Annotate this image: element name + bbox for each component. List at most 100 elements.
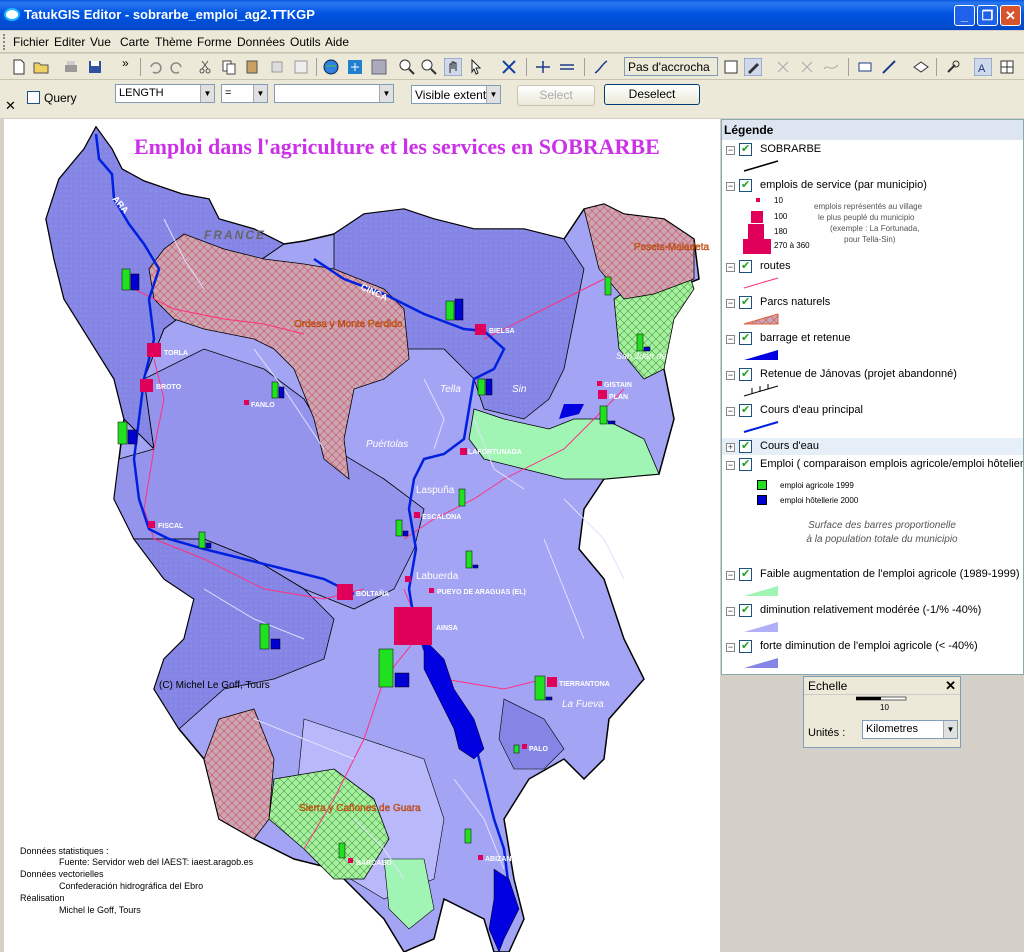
- hotel-bar-fanlo[interactable]: [278, 386, 285, 399]
- wrench-icon[interactable]: [944, 58, 962, 76]
- agri-bar-sanjuan[interactable]: [636, 333, 644, 352]
- collapse-icon[interactable]: −: [726, 182, 735, 191]
- copy-icon[interactable]: [220, 58, 238, 76]
- map-frame-icon[interactable]: [370, 58, 388, 76]
- collapse-icon[interactable]: −: [726, 146, 735, 155]
- minimize-button[interactable]: _: [954, 5, 975, 26]
- layer-icon[interactable]: [912, 58, 930, 76]
- service-square-plan[interactable]: [598, 390, 607, 399]
- agri-bar-bielsa[interactable]: [445, 300, 455, 321]
- service-square-escalona[interactable]: [414, 512, 420, 518]
- field-select[interactable]: LENGTH ▼: [115, 84, 215, 103]
- service-square-torla[interactable]: [147, 343, 161, 357]
- service-square-ainsa[interactable]: [394, 607, 432, 645]
- merge-icon[interactable]: [798, 58, 816, 76]
- agri-bar-boltana[interactable]: [259, 623, 270, 650]
- menu-editer[interactable]: Editer: [54, 35, 85, 49]
- agri-bar-pueyo[interactable]: [465, 550, 473, 569]
- hotel-bar-tierrantona[interactable]: [545, 696, 553, 701]
- redo-icon[interactable]: [168, 58, 186, 76]
- service-square-broto[interactable]: [140, 379, 153, 392]
- collapse-icon[interactable]: −: [726, 263, 735, 272]
- collapse-icon[interactable]: −: [726, 299, 735, 308]
- measure-icon[interactable]: [880, 58, 898, 76]
- close-query-icon[interactable]: ✕: [5, 98, 16, 114]
- new-file-icon[interactable]: [10, 58, 28, 76]
- hotel-bar-fiscal[interactable]: [205, 542, 212, 549]
- grip-handle[interactable]: [3, 34, 6, 50]
- collapse-icon[interactable]: −: [726, 607, 735, 616]
- agri-bar-broto[interactable]: [121, 268, 131, 291]
- hotel-bar-pueyo[interactable]: [472, 564, 479, 569]
- snap-combo[interactable]: Pas d'accrocha: [624, 57, 718, 76]
- agri-bar-plan[interactable]: [599, 405, 608, 425]
- layer-checkbox[interactable]: [739, 367, 752, 381]
- collapse-icon[interactable]: −: [726, 407, 735, 416]
- select-arrow-icon[interactable]: [468, 58, 486, 76]
- agri-bar-palo[interactable]: [513, 744, 520, 754]
- service-square-fiscal[interactable]: [148, 521, 155, 528]
- print-icon[interactable]: [62, 58, 80, 76]
- layer-checkbox[interactable]: [739, 439, 752, 453]
- open-folder-icon[interactable]: [32, 58, 50, 76]
- remove-vertex-icon[interactable]: [558, 58, 576, 76]
- legend-toggle-icon[interactable]: A: [974, 58, 992, 76]
- menu-fichier[interactable]: Fichier: [13, 35, 49, 49]
- service-square-lafortunada[interactable]: [460, 448, 467, 455]
- delete-icon[interactable]: [268, 58, 286, 76]
- agri-bar-fiscal[interactable]: [198, 531, 206, 549]
- hotel-bar-torla[interactable]: [127, 429, 138, 445]
- agri-bar-posets[interactable]: [604, 276, 612, 296]
- globe-icon[interactable]: [322, 58, 340, 76]
- layer-checkbox[interactable]: [739, 567, 752, 581]
- agri-bar-tella[interactable]: [477, 378, 486, 396]
- hotel-bar-boltana[interactable]: [270, 638, 281, 650]
- overflow-chevron-icon[interactable]: »: [122, 56, 129, 70]
- collapse-icon[interactable]: −: [726, 461, 735, 470]
- menu-aide[interactable]: Aide: [325, 35, 349, 49]
- agri-bar-laspuna[interactable]: [458, 488, 466, 507]
- snap-icon[interactable]: [722, 58, 740, 76]
- hotel-bar-escalona[interactable]: [402, 530, 409, 537]
- query-checkbox[interactable]: [27, 91, 40, 104]
- service-square-tierrantona[interactable]: [547, 677, 557, 687]
- add-vertex-icon[interactable]: [534, 58, 552, 76]
- service-square-pueyo[interactable]: [429, 588, 434, 593]
- collapse-icon[interactable]: −: [726, 371, 735, 380]
- service-square-boltana[interactable]: [337, 584, 353, 600]
- pan-hand-icon[interactable]: [444, 58, 462, 76]
- collapse-icon[interactable]: −: [726, 571, 735, 580]
- layer-checkbox[interactable]: [739, 295, 752, 309]
- save-icon[interactable]: [86, 58, 104, 76]
- menu-theme[interactable]: Thème: [155, 35, 192, 49]
- table-icon[interactable]: [856, 58, 874, 76]
- hotel-bar-sanjuan[interactable]: [643, 346, 651, 352]
- agri-bar-ainsa[interactable]: [378, 648, 394, 688]
- hotel-bar-ainsa[interactable]: [394, 672, 410, 688]
- agri-bar-barcabo[interactable]: [338, 842, 346, 859]
- operator-select[interactable]: = ▼: [221, 84, 268, 103]
- layer-checkbox[interactable]: [739, 603, 752, 617]
- service-square-palo[interactable]: [522, 744, 527, 749]
- agri-bar-torla[interactable]: [117, 421, 128, 445]
- hotel-bar-plan[interactable]: [607, 420, 616, 425]
- extent-select[interactable]: Visible extent ▼: [411, 85, 501, 104]
- cut-shape-icon[interactable]: [774, 58, 792, 76]
- grid-icon[interactable]: [998, 58, 1016, 76]
- agri-bar-tierrantona[interactable]: [534, 675, 546, 701]
- hotel-bar-broto[interactable]: [130, 273, 140, 291]
- select-tool-icon[interactable]: [500, 58, 518, 76]
- zoom-extent-icon[interactable]: [346, 58, 364, 76]
- service-square-abizanda[interactable]: [478, 855, 483, 860]
- select-button[interactable]: Select: [517, 85, 595, 106]
- maximize-button[interactable]: ❐: [977, 5, 998, 26]
- properties-icon[interactable]: [292, 58, 310, 76]
- menu-outils[interactable]: Outils: [290, 35, 321, 49]
- deselect-button[interactable]: Deselect: [604, 84, 700, 105]
- smooth-icon[interactable]: [822, 58, 840, 76]
- service-square-barcabo[interactable]: [348, 858, 353, 863]
- draw-line-icon[interactable]: [592, 58, 610, 76]
- layer-checkbox[interactable]: [739, 259, 752, 273]
- layer-checkbox[interactable]: [739, 457, 752, 471]
- agri-bar-escalona[interactable]: [395, 519, 403, 537]
